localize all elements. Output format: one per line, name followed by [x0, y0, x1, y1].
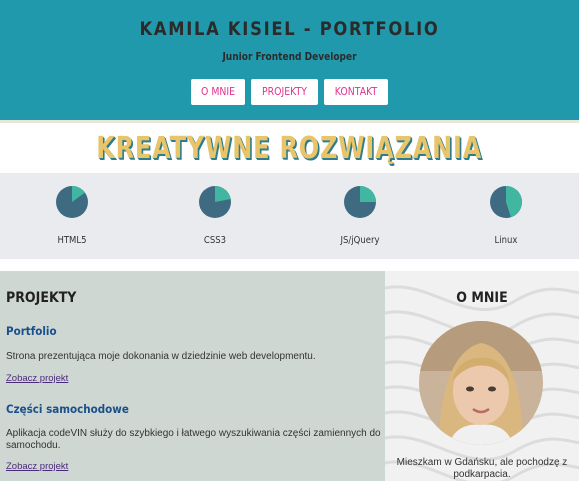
about-section: O MNIE Mieszkam w Gdańsku, ale pochodzę …: [385, 271, 579, 481]
skill-pie-slice: [360, 186, 376, 202]
project-description: Strona prezentująca moje dokonania w dzi…: [6, 351, 316, 362]
skill-pie-chart: [199, 186, 231, 218]
skills-section: HTML5 CSS3 JS/jQuery Linux: [0, 173, 579, 259]
skill-css3: CSS3: [175, 185, 255, 246]
skill-label: CSS3: [203, 235, 227, 246]
project-link[interactable]: Zobacz projekt: [6, 461, 68, 472]
nav-kontakt-label: KONTAKT: [334, 85, 378, 98]
project-title: Części samochodowe: [6, 402, 129, 416]
project-title: Portfolio: [6, 324, 57, 338]
main-nav: O MNIE PROJEKTY KONTAKT: [0, 79, 579, 105]
nav-projekty-label: PROJEKTY: [262, 85, 308, 98]
nav-kontakt[interactable]: KONTAKT: [324, 79, 388, 105]
site-title: KAMILA KISIEL - PORTFOLIO: [139, 18, 440, 40]
skill-pie-chart: [56, 186, 88, 218]
skill-label: HTML5: [57, 235, 87, 246]
section-gap: [0, 259, 579, 271]
nav-o-mnie-label: O MNIE: [201, 85, 236, 98]
site-header: KAMILA KISIEL - PORTFOLIO Junior Fronten…: [0, 0, 579, 120]
nav-o-mnie[interactable]: O MNIE: [191, 79, 246, 105]
skill-label: JS/jQuery: [340, 235, 380, 246]
skill-pie-chart: [490, 186, 523, 218]
nav-projekty[interactable]: PROJEKTY: [251, 79, 319, 105]
site-subtitle: Junior Frontend Developer: [222, 50, 357, 63]
about-heading: O MNIE: [456, 290, 508, 306]
avatar: [419, 321, 543, 445]
profile-photo: [419, 321, 543, 445]
hero-title: KREATYWNE ROZWIĄZANIA: [96, 131, 483, 166]
project-description: Aplikacja codeVIN służy do szybkiego i ł…: [6, 428, 381, 451]
skill-js-jquery: JS/jQuery: [320, 185, 400, 246]
hero-banner: KREATYWNE ROZWIĄZANIA: [0, 123, 579, 173]
skill-pie-chart: [344, 186, 376, 218]
projects-section: PROJEKTY Portfolio Strona prezentująca m…: [0, 271, 385, 481]
skill-linux: Linux: [466, 185, 546, 246]
skill-html5: HTML5: [32, 185, 112, 246]
project-link[interactable]: Zobacz projekt: [6, 373, 68, 384]
about-text: Mieszkam w Gdańsku, ale pochodzę z podka…: [396, 457, 568, 480]
skill-label: Linux: [494, 235, 518, 246]
projects-heading: PROJEKTY: [6, 290, 77, 306]
